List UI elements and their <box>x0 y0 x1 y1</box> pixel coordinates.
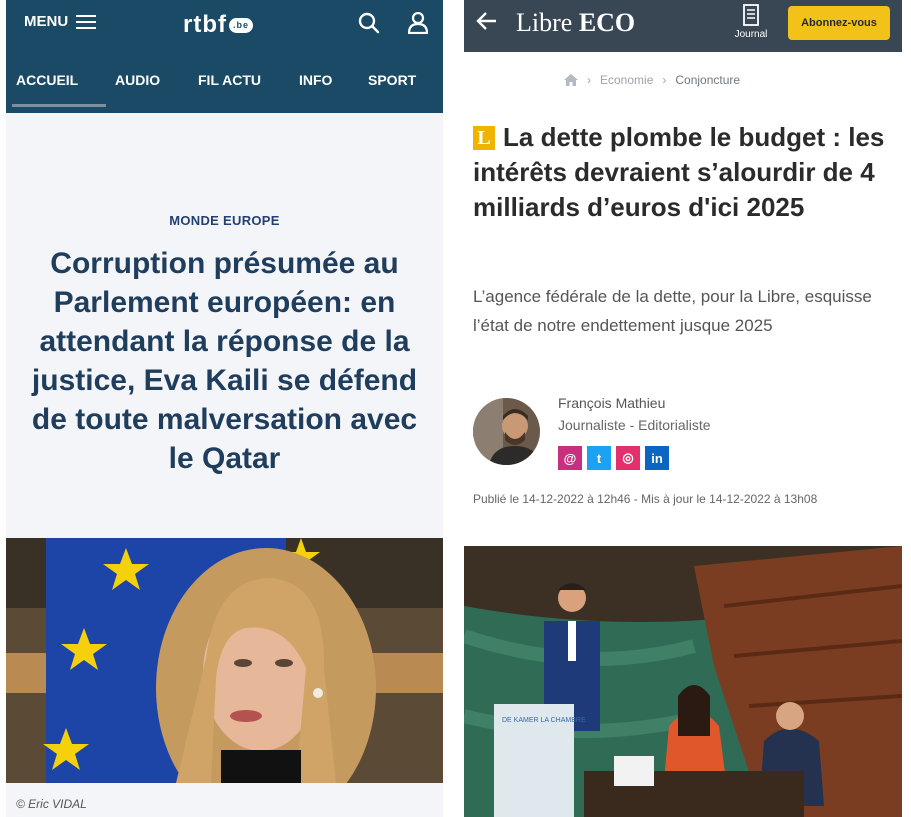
article-headline-text: La dette plombe le budget : les intérêts… <box>473 122 885 222</box>
photo-credit: © Eric VIDAL <box>16 797 87 811</box>
nav-info[interactable]: INFO <box>299 72 332 88</box>
menu-label: MENU <box>24 13 69 30</box>
nav-accueil[interactable]: ACCUEIL <box>16 72 78 88</box>
linkedin-icon[interactable]: in <box>645 446 669 470</box>
nav-sport[interactable]: SPORT <box>368 72 416 88</box>
search-icon[interactable] <box>358 12 380 39</box>
article-photo <box>6 538 443 783</box>
back-arrow-icon[interactable] <box>476 11 498 36</box>
author-avatar[interactable] <box>473 398 540 465</box>
article-photo: DE KAMER LA CHAMBRE <box>464 546 902 817</box>
journal-button[interactable]: Journal <box>728 4 774 40</box>
libre-premium-badge: L <box>473 126 495 150</box>
libre-article-panel: Libre ECO Journal Abonnez-vous › Economi… <box>464 0 902 817</box>
menu-button[interactable]: MENU <box>24 13 97 30</box>
rtbf-logo[interactable]: rtbf .be <box>183 11 253 39</box>
article-headline: L La dette plombe le budget : les intérêt… <box>473 120 897 225</box>
podium-text: DE KAMER LA CHAMBRE <box>502 717 586 724</box>
libre-header: Libre ECO Journal Abonnez-vous <box>464 0 902 52</box>
rtbf-header: MENU rtbf .be ACCUEIL AUDIO FIL ACTU INF… <box>6 0 443 113</box>
breadcrumb-conjoncture[interactable]: Conjoncture <box>675 73 740 87</box>
email-icon[interactable]: @ <box>558 446 582 470</box>
author-social-links: @ t ◎ in <box>558 446 669 470</box>
active-tab-indicator <box>12 104 106 107</box>
newspaper-icon <box>743 4 759 26</box>
libre-logo-part1: Libre <box>516 8 573 37</box>
rtbf-logo-text: rtbf <box>183 11 227 38</box>
author-name[interactable]: François Mathieu <box>558 395 665 411</box>
rtbf-logo-suffix: .be <box>228 17 253 33</box>
breadcrumb-separator: › <box>587 73 591 87</box>
home-icon[interactable] <box>564 74 578 86</box>
user-account-icon[interactable] <box>407 11 429 39</box>
journal-label: Journal <box>734 29 768 40</box>
author-role: Journaliste - Editorialiste <box>558 417 711 433</box>
nav-fil-actu[interactable]: FIL ACTU <box>198 72 261 88</box>
libre-logo-part2: ECO <box>578 8 636 37</box>
libre-logo[interactable]: Libre ECO <box>516 8 635 38</box>
article-category[interactable]: MONDE EUROPE <box>6 213 443 228</box>
breadcrumb-economie[interactable]: Economie <box>600 73 653 87</box>
publication-date: Publié le 14-12-2022 à 12h46 - Mis à jou… <box>473 492 818 506</box>
main-nav: ACCUEIL AUDIO FIL ACTU INFO SPORT <box>6 72 443 94</box>
twitter-icon[interactable]: t <box>587 446 611 470</box>
article-headline: Corruption présumée au Parlement europée… <box>31 247 418 475</box>
hamburger-icon <box>76 14 97 29</box>
breadcrumb: › Economie › Conjoncture <box>564 73 740 87</box>
instagram-icon[interactable]: ◎ <box>616 446 640 470</box>
subscribe-button[interactable]: Abonnez-vous <box>788 6 890 40</box>
rtbf-article-panel: MENU rtbf .be ACCUEIL AUDIO FIL ACTU INF… <box>6 0 443 817</box>
breadcrumb-separator: › <box>662 73 667 87</box>
nav-audio[interactable]: AUDIO <box>115 72 160 88</box>
article-lead: L’agence fédérale de la dette, pour la L… <box>473 287 872 335</box>
